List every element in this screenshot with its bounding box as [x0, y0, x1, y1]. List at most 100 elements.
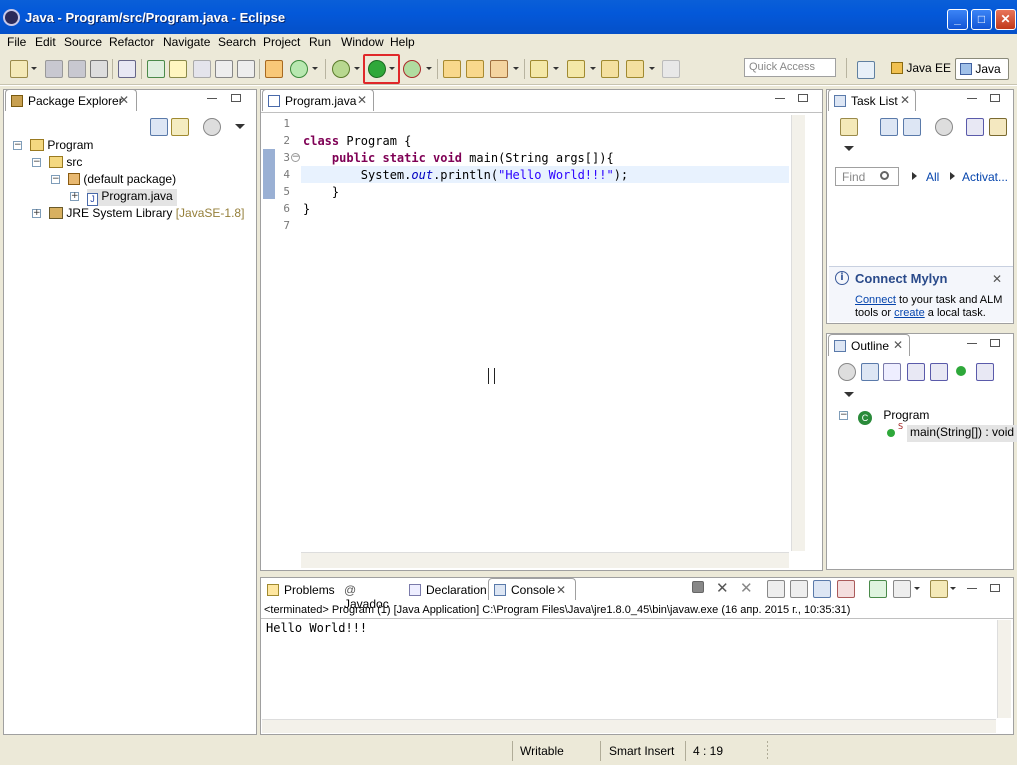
run-dropdown-icon[interactable]	[389, 67, 395, 70]
task-find-input[interactable]: Find	[835, 167, 899, 186]
new-java-package-icon[interactable]	[265, 60, 283, 78]
save-icon[interactable]	[45, 60, 63, 78]
console-horizontal-scrollbar[interactable]	[262, 719, 996, 733]
tree-item-default-package[interactable]: (default package)	[68, 172, 176, 189]
next-annotation-icon[interactable]	[530, 60, 548, 78]
open-console-dropdown-icon[interactable]	[950, 587, 956, 590]
editor-vertical-scrollbar[interactable]	[791, 115, 805, 551]
close-package-explorer-icon[interactable]: ✕	[119, 94, 129, 106]
close-editor-tab-icon[interactable]: ✕	[357, 94, 367, 106]
outline-method-main[interactable]: main(String[]) : void	[907, 425, 1017, 442]
hide-nonpublic-icon[interactable]	[956, 366, 966, 376]
clear-console-icon[interactable]	[767, 580, 785, 598]
collapse-all-icon[interactable]	[150, 118, 168, 136]
filter-all-link[interactable]: All	[926, 170, 939, 184]
terminate-icon[interactable]	[692, 581, 704, 593]
remove-all-launches-icon[interactable]: ✕	[740, 581, 753, 596]
remove-launch-icon[interactable]: ✕	[716, 581, 729, 596]
quick-access-input[interactable]: Quick Access	[744, 58, 836, 77]
tab-problems[interactable]: Problems	[262, 579, 338, 601]
expand-jre-library-icon[interactable]: +	[32, 209, 41, 218]
open-perspective-icon[interactable]	[857, 61, 875, 79]
new-icon[interactable]	[10, 60, 28, 78]
maximize-view-icon[interactable]	[231, 94, 241, 102]
mark-occurrences-icon[interactable]	[169, 60, 187, 78]
filter-activate-link[interactable]: Activat...	[962, 170, 1008, 184]
debug-icon[interactable]	[332, 60, 350, 78]
debug-dropdown-icon[interactable]	[354, 67, 360, 70]
back-icon[interactable]	[626, 60, 644, 78]
tree-item-program-java[interactable]: J Program.java	[87, 189, 177, 206]
run-icon[interactable]	[368, 60, 386, 78]
tree-item-program[interactable]: Program	[30, 138, 93, 155]
scheduled-icon[interactable]	[903, 118, 921, 136]
open-project-icon[interactable]	[466, 60, 484, 78]
show-whitespace-icon[interactable]	[237, 60, 255, 78]
tab-package-explorer[interactable]: Package Explorer	[5, 89, 137, 111]
outline-collapse-icon[interactable]	[861, 363, 879, 381]
menu-edit[interactable]: Edit	[35, 35, 56, 49]
maximize-console-icon[interactable]	[990, 584, 1000, 592]
view-menu-icon[interactable]	[235, 124, 245, 129]
tree-item-src[interactable]: src	[49, 155, 82, 172]
collapse-program-icon[interactable]: −	[13, 141, 22, 150]
refresh-icon[interactable]	[290, 60, 308, 78]
maximize-button[interactable]: □	[971, 9, 992, 30]
code-line[interactable]: public static void main(String args[]){	[303, 151, 614, 168]
close-mylyn-icon[interactable]: ✕	[992, 273, 1002, 285]
code-line[interactable]: }	[303, 185, 339, 202]
save-all-icon[interactable]	[68, 60, 86, 78]
open-console-icon[interactable]	[930, 580, 948, 598]
print-icon[interactable]	[90, 60, 108, 78]
code-line[interactable]: System.out.println("Hello World!!!");	[303, 168, 628, 185]
open-folder-icon[interactable]	[443, 60, 461, 78]
tree-item-jre-library[interactable]: JRE System Library [JavaSE-1.8]	[49, 206, 244, 223]
minimize-button[interactable]: _	[947, 9, 968, 30]
minimize-outline-icon[interactable]	[967, 343, 977, 344]
refresh-dropdown-icon[interactable]	[312, 67, 318, 70]
minimize-view-icon[interactable]	[207, 98, 217, 99]
task-view-menu-icon[interactable]	[844, 146, 854, 151]
tab-declaration[interactable]: Declaration	[404, 579, 488, 601]
external-tools-dropdown-icon[interactable]	[426, 67, 432, 70]
console-output[interactable]: Hello World!!!	[266, 621, 367, 635]
menu-help[interactable]: Help	[390, 35, 415, 49]
close-console-icon[interactable]: ✕	[556, 584, 566, 596]
pin-console-icon[interactable]	[869, 580, 887, 598]
show-on-stderr-icon[interactable]	[837, 580, 855, 598]
next-annotation-dropdown-icon[interactable]	[553, 67, 559, 70]
close-task-list-icon[interactable]: ✕	[900, 94, 910, 106]
categorized-icon[interactable]	[880, 118, 898, 136]
external-tools-icon[interactable]	[403, 60, 421, 78]
hide-static-icon[interactable]	[930, 363, 948, 381]
maximize-outline-icon[interactable]	[990, 339, 1000, 347]
tab-javadoc[interactable]: @ Javadoc	[338, 579, 404, 611]
connect-link[interactable]: Connect	[855, 294, 896, 306]
minimize-task-list-icon[interactable]	[967, 98, 977, 99]
close-button[interactable]: ✕	[995, 9, 1016, 30]
new-task-icon[interactable]	[840, 118, 858, 136]
hide-completed-icon[interactable]	[966, 118, 984, 136]
block-selection-icon[interactable]	[215, 60, 233, 78]
task-filter-icon[interactable]	[935, 118, 953, 136]
link-with-editor-icon[interactable]	[171, 118, 189, 136]
menu-refactor[interactable]: Refactor	[109, 35, 154, 49]
search-wand-icon[interactable]	[490, 60, 508, 78]
minimize-editor-icon[interactable]	[775, 98, 785, 99]
toggle-breadcrumb-icon[interactable]	[193, 60, 211, 78]
show-on-stdout-icon[interactable]	[813, 580, 831, 598]
fold-icon[interactable]: −	[291, 153, 300, 162]
collapse-all-tasks-icon[interactable]	[989, 118, 1007, 136]
sort-icon[interactable]	[883, 363, 901, 381]
back-dropdown-icon[interactable]	[649, 67, 655, 70]
menu-file[interactable]: File	[7, 35, 26, 49]
hide-local-types-icon[interactable]	[976, 363, 994, 381]
new-dropdown-icon[interactable]	[31, 67, 37, 70]
collapse-src-icon[interactable]: −	[32, 158, 41, 167]
collapse-class-icon[interactable]: −	[839, 411, 848, 420]
menu-source[interactable]: Source	[64, 35, 102, 49]
code-line[interactable]: }	[303, 202, 310, 219]
previous-annotation-dropdown-icon[interactable]	[590, 67, 596, 70]
search-dropdown-icon[interactable]	[513, 67, 519, 70]
code-line[interactable]: class Program {	[303, 134, 411, 151]
